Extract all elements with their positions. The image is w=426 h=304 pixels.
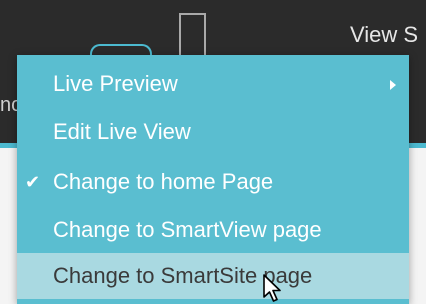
mouse-pointer-icon [263, 274, 281, 302]
screenshot-stage: nc View S Live Preview Edit Live View ✔ … [0, 0, 426, 304]
menu-item-label: Change to home Page [53, 169, 274, 194]
menu-item-label: Live Preview [53, 71, 178, 96]
menu-item-label: Edit Live View [53, 119, 191, 144]
menu-item-edit-live-view[interactable]: Edit Live View [17, 109, 409, 155]
view-menu-label[interactable]: View S [350, 22, 418, 48]
menu-item-change-to-smartsite-page[interactable]: Change to SmartSite page [17, 253, 409, 299]
chevron-right-icon [390, 80, 396, 90]
context-menu: Live Preview Edit Live View ✔ Change to … [17, 55, 409, 304]
menu-item-label: Change to SmartView page [53, 217, 322, 242]
menu-item-change-to-smartview-page[interactable]: Change to SmartView page [17, 207, 409, 253]
menu-item-live-preview[interactable]: Live Preview [17, 61, 409, 107]
menu-item-change-to-home-page[interactable]: ✔ Change to home Page [17, 159, 409, 205]
check-icon: ✔ [25, 172, 41, 192]
toolbar-button-outline[interactable] [179, 13, 206, 57]
